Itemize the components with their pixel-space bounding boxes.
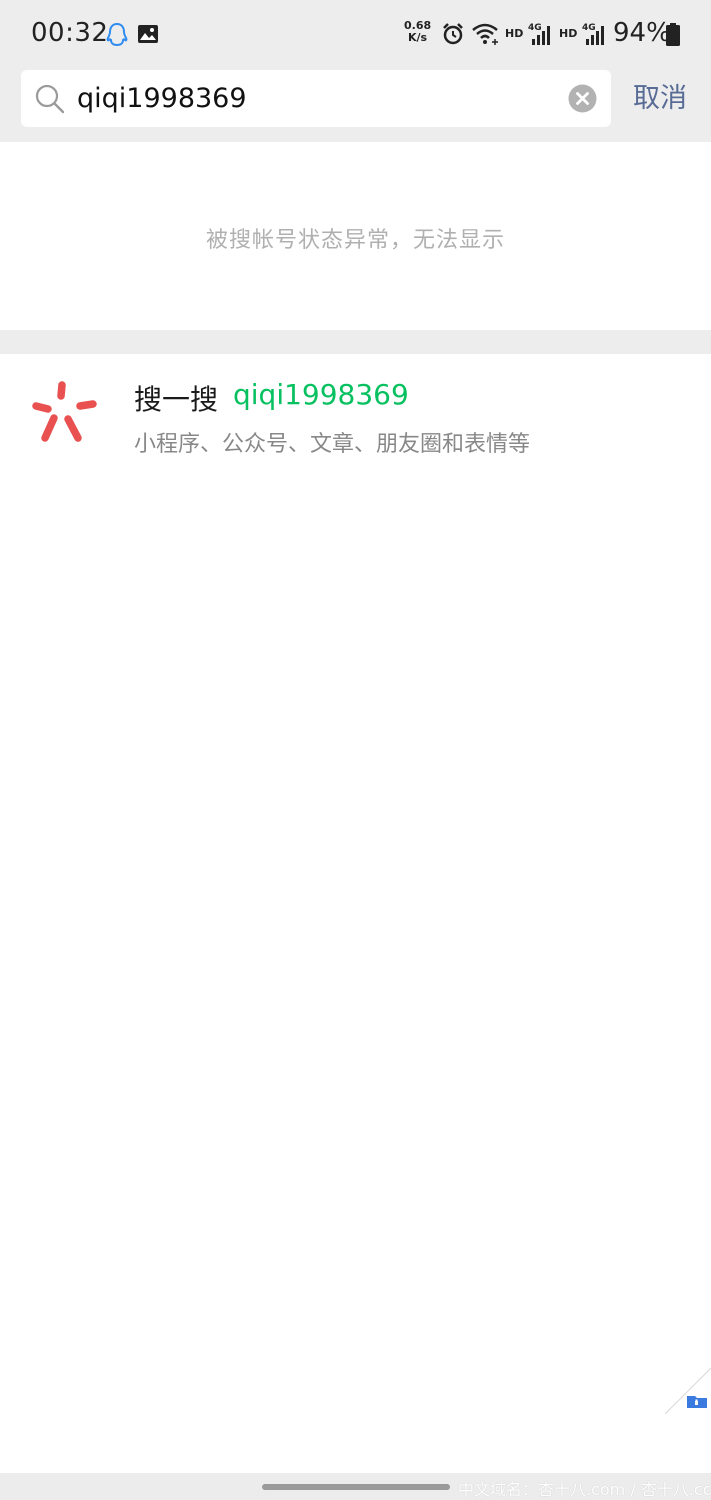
wifi-icon xyxy=(472,23,498,45)
notice-text: 被搜帐号状态异常，无法显示 xyxy=(205,228,505,253)
clear-icon[interactable] xyxy=(568,84,597,113)
bottom-navigation-bar: 中文域名：杏十八.com / 杏十八.cc xyxy=(0,1473,711,1500)
search-one-icon xyxy=(32,381,97,442)
signal-icon: 4G xyxy=(582,23,604,45)
svg-text:4G: 4G xyxy=(582,23,596,33)
network-speed: 0.68 K/s xyxy=(404,19,432,44)
search-one-query: qiqi1998369 xyxy=(233,378,409,411)
alarm-icon xyxy=(443,23,463,45)
search-one-label: 搜一搜 xyxy=(134,383,219,416)
search-icon xyxy=(35,84,65,114)
search-input[interactable] xyxy=(77,80,547,118)
folder-shortcut-icon[interactable] xyxy=(665,1368,711,1414)
gallery-icon xyxy=(138,25,158,43)
svg-text:4G: 4G xyxy=(528,23,542,33)
battery-icon xyxy=(666,23,680,46)
search-box[interactable] xyxy=(21,70,611,127)
status-bar: 00:32 0.68 K/s HD 4G HD 4G 94% xyxy=(0,0,711,70)
hd-label: HD xyxy=(559,27,578,40)
search-header: 取消 xyxy=(0,70,711,142)
search-one-row[interactable]: 搜一搜 qiqi1998369 小程序、公众号、文章、朋友圈和表情等 xyxy=(0,354,711,474)
search-one-subtitle: 小程序、公众号、文章、朋友圈和表情等 xyxy=(134,432,531,457)
section-divider xyxy=(0,330,711,354)
hd-label: HD xyxy=(505,27,524,40)
cancel-button[interactable]: 取消 xyxy=(633,80,687,118)
home-indicator[interactable] xyxy=(262,1484,450,1490)
battery-percent: 94% xyxy=(613,18,671,48)
account-status-notice: 被搜帐号状态异常，无法显示 xyxy=(0,142,711,330)
status-time: 00:32 xyxy=(31,18,109,48)
qq-icon xyxy=(106,22,128,47)
signal-icon: 4G xyxy=(528,23,550,45)
watermark: 中文域名：杏十八.com / 杏十八.cc xyxy=(458,1480,711,1499)
